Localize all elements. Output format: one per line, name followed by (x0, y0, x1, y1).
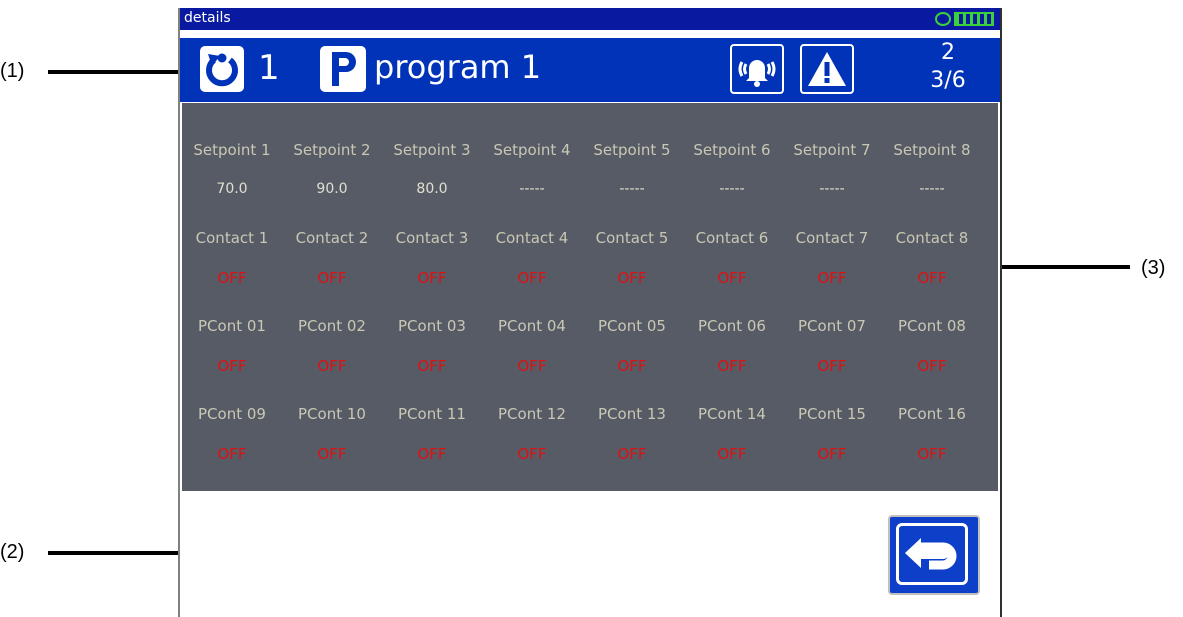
pcont-label: PCont 05 (598, 317, 666, 335)
setpoint-label: Setpoint 2 (293, 141, 371, 159)
pcont-label: PCont 14 (698, 405, 766, 423)
setpoint-value: 70.0 (216, 181, 248, 197)
contact-value: OFF (317, 269, 347, 287)
pcont-value: OFF (217, 357, 247, 375)
contact-label: Contact 1 (195, 229, 269, 247)
alarm-button[interactable] (730, 44, 784, 94)
program-p-icon (320, 46, 366, 92)
segment-step: 2 (941, 40, 955, 65)
pcont-value: OFF (517, 445, 547, 463)
pcont-label: PCont 07 (798, 317, 866, 335)
run-status-icon (935, 12, 951, 26)
pcont-label: PCont 12 (498, 405, 566, 423)
contact-label: Contact 5 (595, 229, 669, 247)
contact-label: Contact 8 (895, 229, 969, 247)
setpoint-value: ----- (819, 181, 845, 197)
pcont-value: OFF (817, 445, 847, 463)
pcont-label: PCont 15 (798, 405, 866, 423)
contact-label: Contact 7 (795, 229, 869, 247)
program-cycle-icon (200, 46, 244, 92)
callout-2: (2) (0, 541, 25, 563)
contact-value: OFF (917, 269, 947, 287)
setpoint-value: 90.0 (316, 181, 348, 197)
contact-value: OFF (517, 269, 547, 287)
pcont-label: PCont 16 (898, 405, 966, 423)
pcont-label: PCont 13 (598, 405, 666, 423)
pcont-value: OFF (417, 445, 447, 463)
return-frame (896, 523, 968, 585)
warning-button[interactable] (800, 44, 854, 94)
contact-value: OFF (817, 269, 847, 287)
alarm-bell-icon (738, 60, 776, 87)
status-icons (935, 11, 994, 27)
pcont-value: OFF (917, 445, 947, 463)
return-arrow-icon (905, 538, 957, 570)
io-status-icon (954, 12, 994, 26)
program-name: program 1 (374, 48, 542, 86)
pcont-value: OFF (217, 445, 247, 463)
pcont-value: OFF (617, 445, 647, 463)
pcont-value: OFF (817, 357, 847, 375)
return-button[interactable] (888, 515, 980, 595)
setpoint-label: Setpoint 5 (593, 141, 671, 159)
channel-number: 1 (258, 48, 280, 88)
contact-value: OFF (417, 269, 447, 287)
pcont-value: OFF (417, 357, 447, 375)
contact-value: OFF (617, 269, 647, 287)
pcont-label: PCont 04 (498, 317, 566, 335)
setpoint-value: 80.0 (416, 181, 448, 197)
pcont-label: PCont 03 (398, 317, 466, 335)
setpoint-label: Setpoint 3 (393, 141, 471, 159)
warning-icon (808, 52, 846, 86)
pcont-label: PCont 11 (398, 405, 466, 423)
pcont-value: OFF (617, 357, 647, 375)
pcont-label: PCont 06 (698, 317, 766, 335)
pcont-value: OFF (517, 357, 547, 375)
pcont-value: OFF (917, 357, 947, 375)
contact-label: Contact 2 (295, 229, 369, 247)
contact-value: OFF (717, 269, 747, 287)
segment-count: 3/6 (930, 68, 966, 93)
details-panel: Setpoint 1 70.0 Setpoint 2 90.0 Setpoint 3 80… (182, 103, 998, 491)
device-screen: details 1 program 1 2 3/6 Setpoint 1 70.… (178, 8, 1002, 617)
setpoint-value: ----- (519, 181, 545, 197)
setpoint-label: Setpoint 7 (793, 141, 871, 159)
setpoint-value: ----- (919, 181, 945, 197)
contact-label: Contact 4 (495, 229, 569, 247)
pcont-label: PCont 01 (198, 317, 266, 335)
setpoint-label: Setpoint 8 (893, 141, 971, 159)
window-title: details (184, 10, 231, 26)
callout-3-line (980, 265, 1130, 269)
pcont-value: OFF (317, 357, 347, 375)
setpoint-label: Setpoint 1 (193, 141, 271, 159)
setpoint-label: Setpoint 4 (493, 141, 571, 159)
pcont-value: OFF (717, 357, 747, 375)
program-header: 1 program 1 2 3/6 (180, 38, 1000, 102)
title-bar: details (180, 8, 1000, 30)
setpoint-value: ----- (619, 181, 645, 197)
setpoint-label: Setpoint 6 (693, 141, 771, 159)
pcont-value: OFF (717, 445, 747, 463)
pcont-label: PCont 10 (298, 405, 366, 423)
pcont-label: PCont 02 (298, 317, 366, 335)
pcont-label: PCont 08 (898, 317, 966, 335)
callout-1: (1) (0, 60, 25, 82)
contact-value: OFF (217, 269, 247, 287)
contact-label: Contact 6 (695, 229, 769, 247)
pcont-label: PCont 09 (198, 405, 266, 423)
setpoint-value: ----- (719, 181, 745, 197)
callout-1-line (48, 70, 198, 74)
pcont-value: OFF (317, 445, 347, 463)
callout-3: (3) (1141, 257, 1166, 279)
contact-label: Contact 3 (395, 229, 469, 247)
